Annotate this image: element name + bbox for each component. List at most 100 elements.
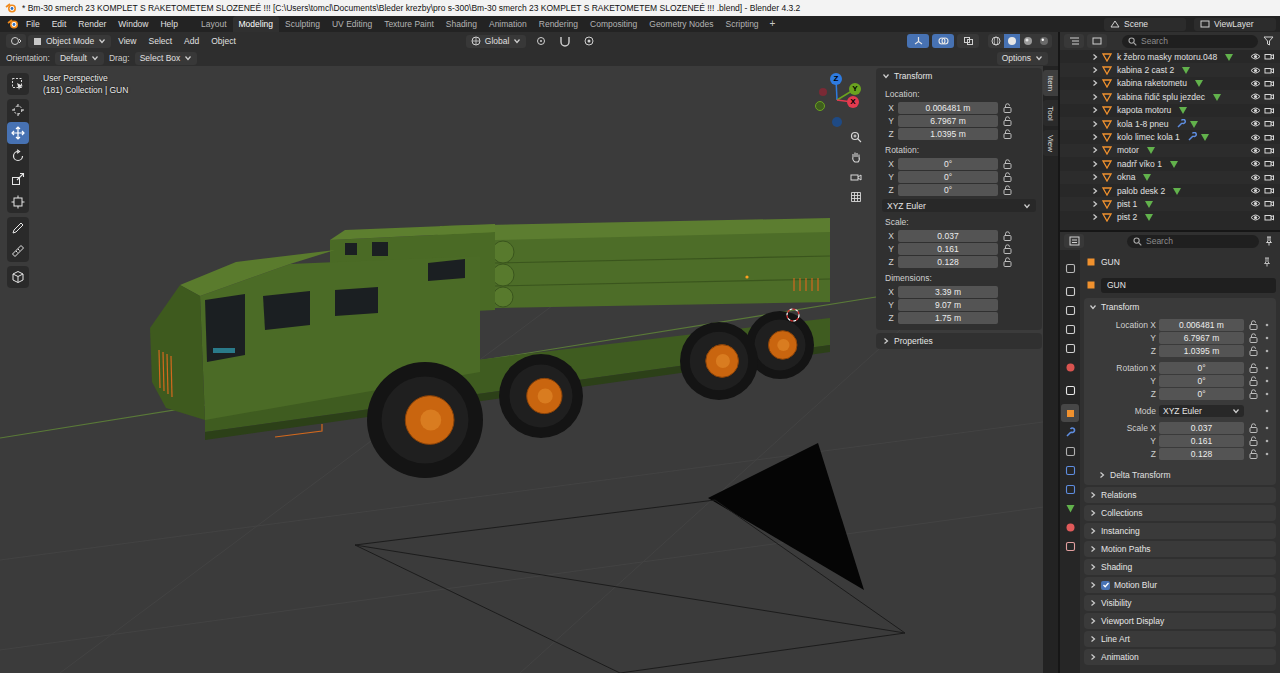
workspace-tab[interactable]: Shading: [440, 16, 483, 32]
number-field[interactable]: 0.161: [898, 243, 998, 255]
wrench-icon[interactable]: [1176, 119, 1186, 129]
panel-header[interactable]: Transform: [1084, 298, 1276, 315]
object-name-field[interactable]: GUN: [1101, 278, 1276, 293]
render-camera-icon[interactable]: [1264, 119, 1274, 128]
chevron-right-icon[interactable]: [1091, 120, 1099, 128]
annotate-tool[interactable]: [7, 217, 29, 239]
object-name[interactable]: okna: [1117, 172, 1135, 182]
chevron-right-icon[interactable]: [1089, 527, 1097, 535]
navigation-gizmo[interactable]: ZYX: [813, 70, 863, 130]
pan-button[interactable]: [846, 147, 866, 167]
keyframe-dot-icon[interactable]: [1264, 391, 1270, 397]
render-camera-icon[interactable]: [1264, 79, 1274, 88]
number-field[interactable]: 0.161: [1159, 435, 1244, 447]
transform-tool[interactable]: [7, 191, 29, 213]
unlock-icon[interactable]: [1003, 185, 1012, 195]
material-tab[interactable]: [1061, 518, 1079, 536]
sidebar-tab[interactable]: Item: [1043, 70, 1058, 96]
wireframe-shading-button[interactable]: [988, 34, 1004, 48]
keyframe-dot-icon[interactable]: [1264, 451, 1270, 457]
wheel[interactable]: [499, 354, 583, 438]
viewport-menu[interactable]: Add: [179, 34, 204, 48]
number-field[interactable]: 6.7967 m: [1159, 332, 1244, 344]
mesh-data-icon[interactable]: [1146, 145, 1156, 155]
object-name[interactable]: k žebro masky motoru.048: [1117, 52, 1217, 62]
chevron-right-icon[interactable]: [1098, 471, 1106, 479]
number-field[interactable]: 0.006481 m: [898, 102, 998, 114]
eye-open-icon[interactable]: [1250, 133, 1261, 142]
collapsed-panel[interactable]: Animation: [1084, 649, 1276, 665]
rendered-shading-button[interactable]: [1036, 34, 1052, 48]
outliner-row[interactable]: nadrř víko 1: [1060, 157, 1280, 170]
negative-z-axis[interactable]: [832, 117, 842, 127]
mesh-data-icon[interactable]: [1224, 52, 1234, 62]
dropdown-field[interactable]: XYZ Euler: [1159, 405, 1244, 417]
chevron-right-icon[interactable]: [1091, 160, 1099, 168]
unlock-icon[interactable]: [1249, 389, 1258, 399]
material-shading-button[interactable]: [1020, 34, 1036, 48]
number-field[interactable]: 0.128: [898, 256, 998, 268]
viewport-menu[interactable]: View: [113, 34, 141, 48]
mesh-data-icon[interactable]: [1144, 199, 1154, 209]
physics-tab[interactable]: [1061, 461, 1079, 479]
wheel[interactable]: [367, 362, 483, 478]
object-name[interactable]: pist 2: [1117, 212, 1137, 222]
number-field[interactable]: 0°: [898, 171, 998, 183]
workspace-tab[interactable]: Rendering: [533, 16, 584, 32]
chevron-right-icon[interactable]: [1091, 79, 1099, 87]
rotation-mode-dropdown[interactable]: XYZ Euler: [882, 199, 1036, 212]
number-field[interactable]: 0.006481 m: [1159, 319, 1244, 331]
eye-open-icon[interactable]: [1250, 146, 1261, 155]
number-field[interactable]: 0°: [1159, 388, 1244, 400]
collapsed-panel[interactable]: Motion Paths: [1084, 541, 1276, 557]
menu-item[interactable]: Help: [155, 17, 182, 31]
render-camera-icon[interactable]: [1264, 146, 1274, 155]
chevron-right-icon[interactable]: [1091, 187, 1099, 195]
chevron-right-icon[interactable]: [1091, 66, 1099, 74]
outliner-row[interactable]: kabina raketometu: [1060, 77, 1280, 90]
scene-tab[interactable]: [1061, 339, 1079, 357]
number-field[interactable]: 0°: [1159, 362, 1244, 374]
outliner-row[interactable]: k žebro masky motoru.048: [1060, 50, 1280, 63]
perspective-toggle-button[interactable]: [846, 187, 866, 207]
workspace-tab[interactable]: UV Editing: [326, 16, 378, 32]
viewport-menu[interactable]: Select: [143, 34, 177, 48]
outliner-row[interactable]: kolo limec kola 1: [1060, 130, 1280, 143]
mesh-data-icon[interactable]: [1194, 78, 1204, 88]
pin-icon[interactable]: [1264, 236, 1274, 246]
workspace-tab[interactable]: Texture Paint: [378, 16, 440, 32]
unlock-icon[interactable]: [1249, 346, 1258, 356]
texture-tab[interactable]: [1061, 537, 1079, 555]
render-tab[interactable]: [1061, 282, 1079, 300]
menu-item[interactable]: Edit: [47, 17, 72, 31]
view-layer-selector[interactable]: ViewLayer: [1194, 18, 1276, 31]
panel-header[interactable]: Transform: [882, 68, 1036, 84]
eye-open-icon[interactable]: [1250, 52, 1261, 61]
mesh-data-icon[interactable]: [1169, 159, 1179, 169]
panel-checkbox[interactable]: [1101, 581, 1110, 590]
collapsed-panel[interactable]: Instancing: [1084, 523, 1276, 539]
view-layer-tab[interactable]: [1061, 320, 1079, 338]
mode-dropdown[interactable]: Object Mode: [28, 35, 111, 48]
workspace-tab[interactable]: Geometry Nodes: [643, 16, 719, 32]
unlock-icon[interactable]: [1003, 257, 1012, 267]
unlock-icon[interactable]: [1249, 449, 1258, 459]
chevron-right-icon[interactable]: [1091, 200, 1099, 208]
3d-cursor[interactable]: [787, 309, 799, 321]
editor-type-button[interactable]: [6, 34, 26, 48]
constraints-tab[interactable]: [1061, 480, 1079, 498]
wheel[interactable]: [680, 322, 758, 400]
chevron-right-icon[interactable]: [1091, 213, 1099, 221]
chevron-down-icon[interactable]: [513, 37, 521, 45]
tool-tab[interactable]: [1061, 259, 1079, 277]
workspace-tab[interactable]: Compositing: [584, 16, 643, 32]
outliner-search[interactable]: Search: [1122, 35, 1258, 48]
render-camera-icon[interactable]: [1264, 52, 1274, 61]
object-name[interactable]: kabina 2 cast 2: [1117, 65, 1174, 75]
display-mode-button[interactable]: [1087, 34, 1107, 48]
eye-open-icon[interactable]: [1250, 119, 1261, 128]
chevron-right-icon[interactable]: [1091, 173, 1099, 181]
gizmo-axis[interactable]: X: [847, 96, 859, 108]
move-tool[interactable]: [7, 122, 29, 144]
world-tab[interactable]: [1061, 358, 1079, 376]
